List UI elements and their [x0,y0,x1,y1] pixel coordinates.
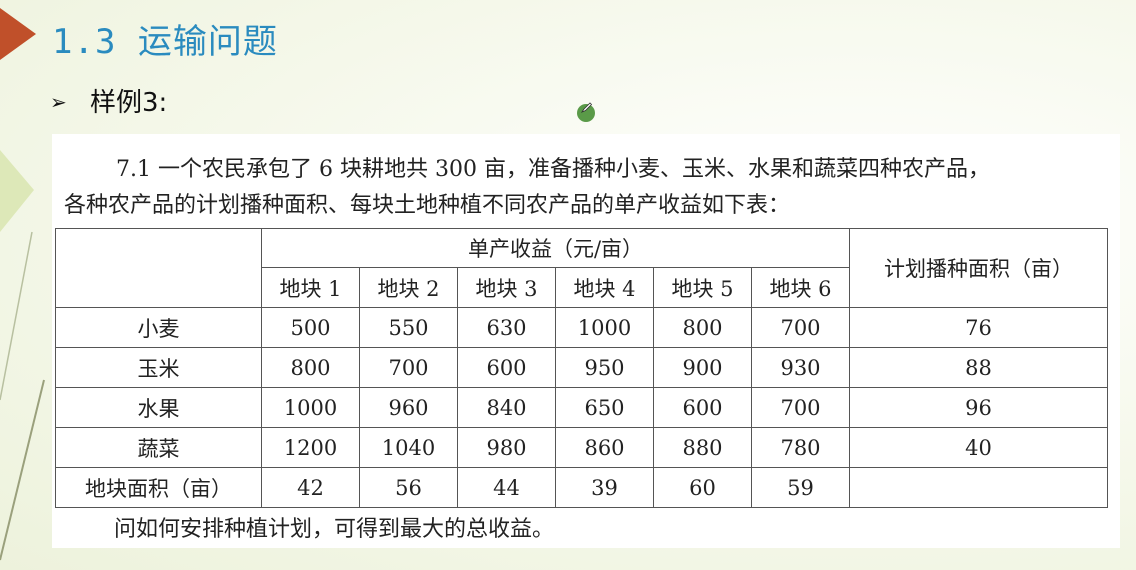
plot-header: 地块 4 [555,267,654,308]
yield-cell: 880 [653,427,752,468]
yield-cell: 550 [359,307,458,348]
plot-header: 地块 3 [457,267,556,308]
area-header: 计划播种面积（亩） [849,228,1108,308]
crop-label: 小麦 [55,307,262,348]
footer-label: 地块面积（亩） [55,467,262,508]
crop-label: 水果 [55,387,262,428]
yield-cell: 500 [261,307,360,348]
table-row: 水果 1000 960 840 650 600 700 96 [55,387,1108,428]
plot-header: 地块 2 [359,267,458,308]
plot-area-cell: 60 [653,467,752,508]
group-header: 单产收益（元/亩） [261,228,850,268]
problem-line-1: 7.1 一个农民承包了 6 块耕地共 300 亩，准备播种小麦、玉米、水果和蔬菜… [116,157,990,182]
subtitle: ➢ 样例3: [50,82,167,119]
subtitle-text: 样例3: [90,88,168,118]
table-row: 小麦 500 550 630 1000 800 700 76 [55,307,1108,348]
slide-title: 1.3 运输问题 [52,22,278,62]
yield-cell: 1200 [261,427,360,468]
yield-cell: 900 [653,347,752,388]
yield-cell: 1000 [261,387,360,428]
table-row: 地块面积（亩） 42 56 44 39 60 59 [55,467,1108,508]
empty-header-cell [55,228,262,308]
yield-cell: 960 [359,387,458,428]
title-marker-icon [0,8,36,60]
plot-header: 地块 5 [653,267,752,308]
problem-statement: 7.1 一个农民承包了 6 块耕地共 300 亩，准备播种小麦、玉米、水果和蔬菜… [64,152,1114,224]
planned-area-cell: 76 [849,307,1108,348]
yield-cell: 980 [457,427,556,468]
yield-cell: 1000 [555,307,654,348]
table-row: 蔬菜 1200 1040 980 860 880 780 40 [55,427,1108,468]
planned-area-cell: 88 [849,347,1108,388]
question-text: 问如何安排种植计划，可得到最大的总收益。 [114,517,555,542]
plot-area-cell: 44 [457,467,556,508]
planned-area-cell: 40 [849,427,1108,468]
table-row: 玉米 800 700 600 950 900 930 88 [55,347,1108,388]
yield-table: 单产收益（元/亩） 计划播种面积（亩） 地块 1 地块 2 地块 3 地块 4 … [55,228,1108,508]
yield-cell: 800 [653,307,752,348]
plot-header: 地块 1 [261,267,360,308]
planned-area-cell: 96 [849,387,1108,428]
yield-cell: 1040 [359,427,458,468]
plot-header: 地块 6 [751,267,850,308]
yield-cell: 860 [555,427,654,468]
crop-label: 蔬菜 [55,427,262,468]
yield-cell: 700 [751,387,850,428]
plot-area-cell: 56 [359,467,458,508]
yield-cell: 600 [457,347,556,388]
plot-area-cell: 39 [555,467,654,508]
yield-cell: 800 [261,347,360,388]
yield-cell: 700 [359,347,458,388]
problem-panel: 7.1 一个农民承包了 6 块耕地共 300 亩，准备播种小麦、玉米、水果和蔬菜… [52,134,1120,548]
yield-cell: 630 [457,307,556,348]
yield-cell: 950 [555,347,654,388]
yield-cell: 930 [751,347,850,388]
pen-icon[interactable] [577,102,595,122]
arrow-bullet-icon: ➢ [50,90,67,114]
crop-label: 玉米 [55,347,262,388]
plot-area-cell: 42 [261,467,360,508]
problem-line-2: 各种农产品的计划播种面积、每块土地种植不同农产品的单产收益如下表： [64,193,791,218]
yield-cell: 600 [653,387,752,428]
plot-area-cell: 59 [751,467,850,508]
yield-cell: 840 [457,387,556,428]
yield-cell: 650 [555,387,654,428]
yield-cell: 700 [751,307,850,348]
yield-cell: 780 [751,427,850,468]
empty-cell [849,467,1108,508]
